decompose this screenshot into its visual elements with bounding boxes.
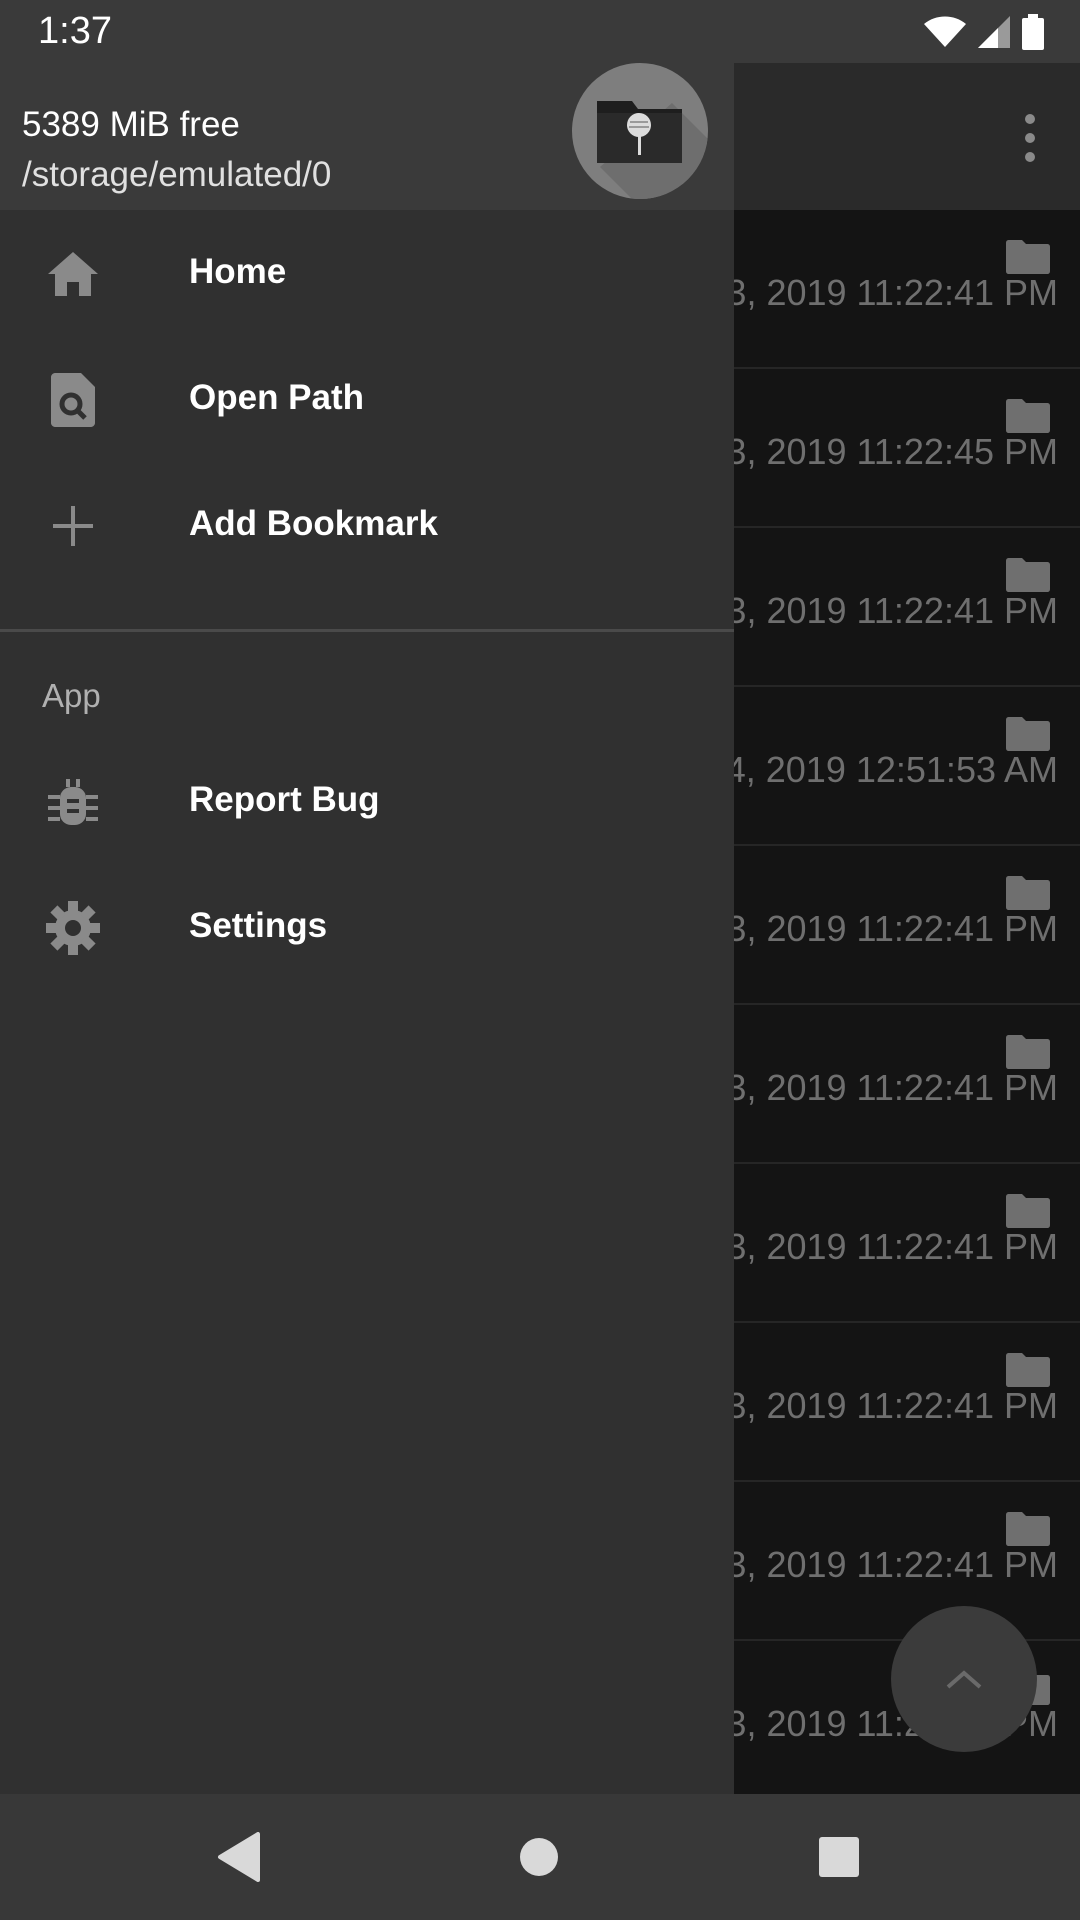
chevron-up-icon (946, 1670, 982, 1689)
file-date: 3, 2019 11:22:45 PM (726, 431, 1058, 472)
home-circle-icon (520, 1838, 558, 1876)
drawer-item-home[interactable]: Home (0, 210, 734, 336)
drawer-item-settings[interactable]: Settings (0, 864, 734, 990)
storage-path-label: /storage/emulated/0 (22, 155, 332, 194)
home-icon (44, 245, 102, 303)
wifi-icon (924, 16, 966, 47)
status-bar: 1:37 (0, 0, 1080, 63)
recents-square-icon (819, 1837, 859, 1877)
drawer-item-add-bookmark[interactable]: Add Bookmark (0, 462, 734, 588)
status-time: 1:37 (38, 10, 112, 52)
folder-icon (1006, 399, 1050, 433)
drawer-item-label: Settings (189, 906, 328, 945)
more-vert-icon[interactable] (1010, 108, 1050, 168)
file-date: 3, 2019 11:22:41 PM (726, 1385, 1058, 1426)
nav-back-button[interactable] (206, 1824, 272, 1890)
section-header-app: App (42, 677, 101, 714)
file-date: 3, 2019 11:22:41 PM (726, 1067, 1058, 1108)
bug-icon (44, 773, 102, 831)
cellular-signal-icon (978, 16, 1010, 48)
file-date: 3, 2019 11:22:41 PM (726, 908, 1058, 949)
navigation-drawer: 5389 MiB free /storage/emulated/0 Home O… (0, 63, 734, 1794)
folder-icon (1006, 1035, 1050, 1069)
system-nav-bar (0, 1794, 1080, 1920)
file-date: 4, 2019 12:51:53 AM (725, 749, 1058, 790)
drawer-divider (0, 629, 734, 632)
file-date: 3, 2019 11:22:41 PM (726, 1226, 1058, 1267)
nav-recents-button[interactable] (806, 1824, 872, 1890)
find-in-page-icon (44, 371, 102, 429)
drawer-item-open-path[interactable]: Open Path (0, 336, 734, 462)
nav-home-button[interactable] (506, 1824, 572, 1890)
file-date: 3, 2019 11:22:41 PM (726, 272, 1058, 313)
file-date: 3, 2019 11:22:41 PM (726, 1544, 1058, 1585)
drawer-item-label: Add Bookmark (189, 504, 438, 543)
folder-pin-icon (597, 101, 708, 199)
folder-icon (1006, 876, 1050, 910)
folder-icon (1006, 1353, 1050, 1387)
free-space-label: 5389 MiB free (22, 105, 240, 144)
drawer-item-label: Open Path (189, 378, 365, 417)
folder-icon (1006, 1512, 1050, 1546)
drawer-item-label: Home (189, 252, 287, 291)
drawer-item-report-bug[interactable]: Report Bug (0, 738, 734, 864)
folder-icon (1006, 558, 1050, 592)
drawer-item-label: Report Bug (189, 780, 380, 819)
folder-icon (1006, 717, 1050, 751)
folder-icon (1006, 240, 1050, 274)
gear-icon (44, 899, 102, 957)
scroll-top-button[interactable] (891, 1606, 1037, 1752)
back-triangle-icon (218, 1832, 260, 1882)
status-icons (924, 12, 1044, 52)
file-date: 3, 2019 11:22:41 PM (726, 590, 1058, 631)
app-logo (572, 63, 708, 199)
drawer-header: 5389 MiB free /storage/emulated/0 (0, 63, 734, 210)
folder-icon (1006, 1194, 1050, 1228)
battery-icon (1022, 14, 1044, 50)
plus-icon (44, 497, 102, 555)
